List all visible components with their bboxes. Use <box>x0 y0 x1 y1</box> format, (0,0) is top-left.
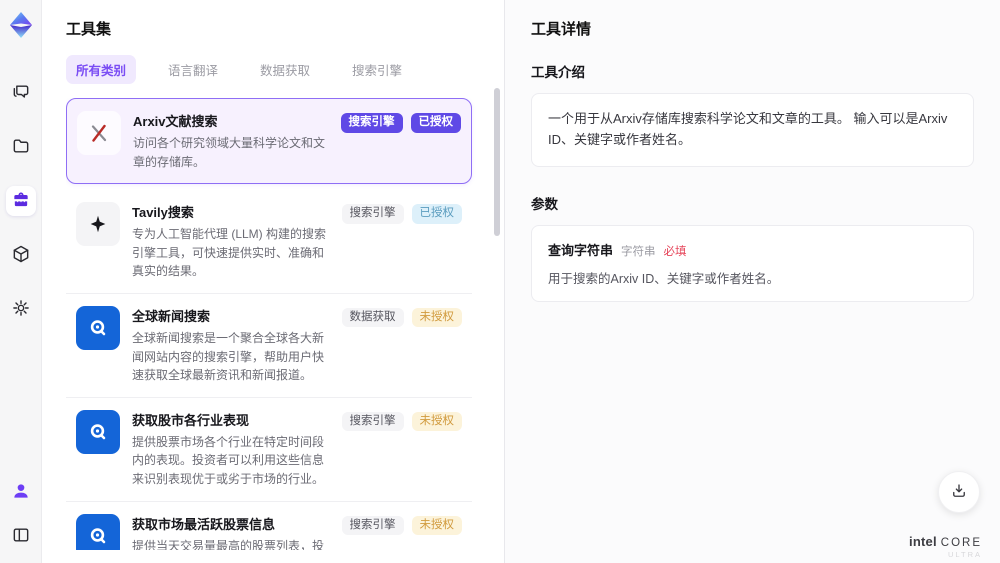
tool-list-item[interactable]: Arxiv文献搜索访问各个研究领域大量科学论文和文章的存储库。 搜索引擎 已授权 <box>66 98 472 185</box>
auth-status-badge: 未授权 <box>411 515 462 536</box>
category-badge: 搜索引擎 <box>340 113 403 133</box>
tool-list-item[interactable]: 获取股市各行业表现提供股票市场各个行业在特定时间段内的表现。投资者可以利用这些信… <box>66 397 472 502</box>
category-badge: 搜索引擎 <box>341 204 404 224</box>
auth-status-badge: 已授权 <box>410 113 461 133</box>
arxiv-icon <box>77 111 121 155</box>
user-icon <box>11 481 31 504</box>
panel-icon <box>11 525 31 548</box>
download-button[interactable] <box>938 471 980 513</box>
tool-name: 全球新闻搜索 <box>132 308 211 324</box>
tool-list-item[interactable]: 获取市场最活跃股票信息提供当天交易量最高的股票列表，投资者可以利用这些信息来识别… <box>66 501 472 550</box>
tab-category-1[interactable]: 语言翻译 <box>158 55 228 84</box>
sidebar-item-chat[interactable] <box>6 78 36 108</box>
cube-icon <box>11 244 31 267</box>
download-icon <box>950 482 968 503</box>
sidebar-item-account[interactable] <box>6 477 36 507</box>
tool-intro-box: 一个用于从Arxiv存储库搜索科学论文和文章的工具。 输入可以是Arxiv ID… <box>531 93 974 167</box>
intro-heading: 工具介绍 <box>531 65 585 80</box>
q-search-icon <box>76 305 120 350</box>
sidebar-item-packages[interactable] <box>6 240 36 270</box>
app-window: 工具集 所有类别 语言翻译 数据获取 搜索引擎 Arxiv文献搜索 访问各个研究领域大量… <box>0 0 1000 563</box>
tool-list-item[interactable]: 全球新闻搜索全球新闻搜索是一个聚合全球各大新闻网站内容的搜索引擎，帮助用户快速获… <box>66 293 472 398</box>
param-type: 字符串 <box>621 245 656 258</box>
tool-name: 获取股市各行业表现 <box>132 412 250 428</box>
rail-nav <box>5 78 36 324</box>
list-scrollbar[interactable] <box>494 88 500 540</box>
sparkle-icon <box>76 202 120 247</box>
tool-details-panel: 工具详情 工具介绍 一个用于从Arxiv存储库搜索科学论文和文章的工具。 输入可… <box>505 0 1000 563</box>
details-title: 工具详情 <box>531 21 592 38</box>
tab-category-0[interactable]: 所有类别 <box>66 55 137 84</box>
category-badge: 搜索引擎 <box>341 515 404 536</box>
tool-description: 提供股票市场各个行业在特定时间段内的表现。投资者可以利用这些信息来识别表现优于或… <box>132 434 325 486</box>
toolset-panel: 工具集 所有类别 语言翻译 数据获取 搜索引擎 Arxiv文献搜索 访问各个研究领域大量… <box>42 0 505 563</box>
app-logo-icon[interactable] <box>6 10 36 40</box>
param-required-badge: 必填 <box>663 245 687 258</box>
tool-name: Arxiv文献搜索 <box>133 114 218 129</box>
tool-name: Tavily搜索 <box>132 205 194 221</box>
intel-core-logo: intel CORE <box>909 534 982 549</box>
category-badge: 数据获取 <box>341 307 404 328</box>
auth-status-badge: 未授权 <box>411 307 462 328</box>
tool-description: 访问各个研究领域大量科学论文和文章的存储库。 <box>133 136 326 169</box>
intel-ultra-label: ULTRA <box>947 550 982 559</box>
sidebar-item-settings[interactable] <box>6 294 36 324</box>
param-name: 查询字符串 <box>548 242 614 258</box>
category-tabs: 所有类别 语言翻译 数据获取 搜索引擎 <box>66 55 482 84</box>
gear-icon <box>11 298 31 321</box>
q-search-icon <box>76 409 120 454</box>
tool-description: 提供当天交易量最高的股票列表，投资者可以利用这些信息来识别流动性强的股票和潜在的… <box>132 538 325 550</box>
sidebar-item-panel-toggle[interactable] <box>6 521 36 551</box>
category-badge: 搜索引擎 <box>341 411 404 432</box>
briefcase-icon <box>11 190 31 213</box>
params-heading: 参数 <box>531 196 558 212</box>
scrollbar-thumb[interactable] <box>494 88 500 236</box>
tool-list-item[interactable]: Tavily搜索专为人工智能代理 (LLM) 构建的搜索引擎工具，可快速提供实时… <box>66 190 472 294</box>
tool-list: Arxiv文献搜索 访问各个研究领域大量科学论文和文章的存储库。 搜索引擎 已授权 Ta… <box>66 98 482 550</box>
q-search-icon <box>76 513 120 550</box>
param-description: 用于搜索的Arxiv ID、关键字或作者姓名。 <box>548 271 780 286</box>
folder-icon <box>11 136 31 159</box>
tab-category-3[interactable]: 搜索引擎 <box>342 55 412 84</box>
chat-icon <box>11 82 31 105</box>
tool-description: 全球新闻搜索是一个聚合全球各大新闻网站内容的搜索引擎，帮助用户快速获取全球最新资… <box>132 330 325 383</box>
sidebar-item-tools[interactable] <box>5 186 36 216</box>
sidebar-item-files[interactable] <box>6 132 36 162</box>
tool-name: 获取市场最活跃股票信息 <box>132 516 276 532</box>
tool-intro-text: 一个用于从Arxiv存储库搜索科学论文和文章的工具。 输入可以是Arxiv ID… <box>548 111 948 147</box>
left-sidebar <box>0 0 42 563</box>
parameter-card: 查询字符串 字符串 必填 用于搜索的Arxiv ID、关键字或作者姓名。 <box>531 224 974 302</box>
tool-description: 专为人工智能代理 (LLM) 构建的搜索引擎工具，可快速提供实时、准确和真实的结… <box>132 227 327 279</box>
rail-bottom <box>6 477 36 553</box>
auth-status-badge: 已授权 <box>411 204 462 224</box>
tab-category-2[interactable]: 数据获取 <box>250 55 320 84</box>
auth-status-badge: 未授权 <box>411 411 462 432</box>
page-title: 工具集 <box>66 21 112 38</box>
